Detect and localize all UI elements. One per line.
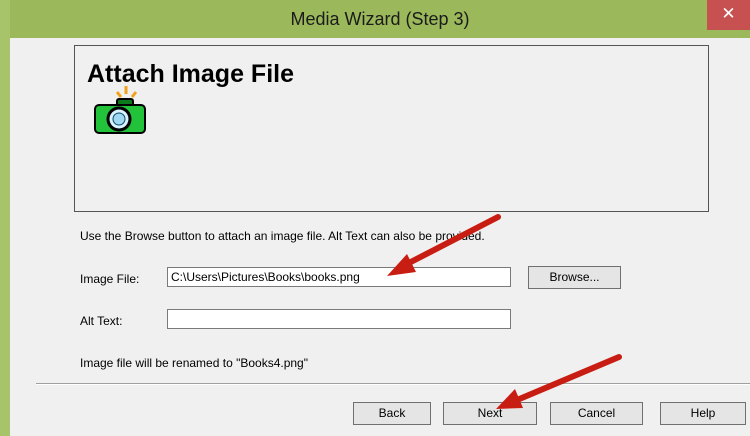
wizard-body: Attach Image File Use the Browse button …	[10, 38, 750, 436]
back-button[interactable]: Back	[353, 402, 431, 425]
help-button[interactable]: Help	[660, 402, 746, 425]
next-button[interactable]: Next	[443, 402, 537, 425]
camera-flash-icon	[94, 86, 146, 134]
footer-divider	[36, 383, 750, 385]
image-file-label: Image File:	[80, 272, 140, 286]
rename-note: Image file will be renamed to "Books4.pn…	[80, 356, 308, 370]
cancel-button[interactable]: Cancel	[550, 402, 643, 425]
instructions-text: Use the Browse button to attach an image…	[80, 229, 485, 243]
alt-text-input[interactable]	[167, 309, 511, 329]
alt-text-label: Alt Text:	[80, 314, 123, 328]
close-icon: ✕	[721, 4, 736, 24]
browse-button[interactable]: Browse...	[528, 266, 621, 289]
window-title: Media Wizard (Step 3)	[290, 9, 470, 29]
media-wizard-window: Media Wizard (Step 3) ✕ Attach Image Fil…	[10, 0, 750, 436]
header-panel: Attach Image File	[74, 45, 709, 212]
close-button[interactable]: ✕	[707, 0, 750, 30]
image-file-input[interactable]: C:\Users\Pictures\Books\books.png	[167, 267, 511, 287]
